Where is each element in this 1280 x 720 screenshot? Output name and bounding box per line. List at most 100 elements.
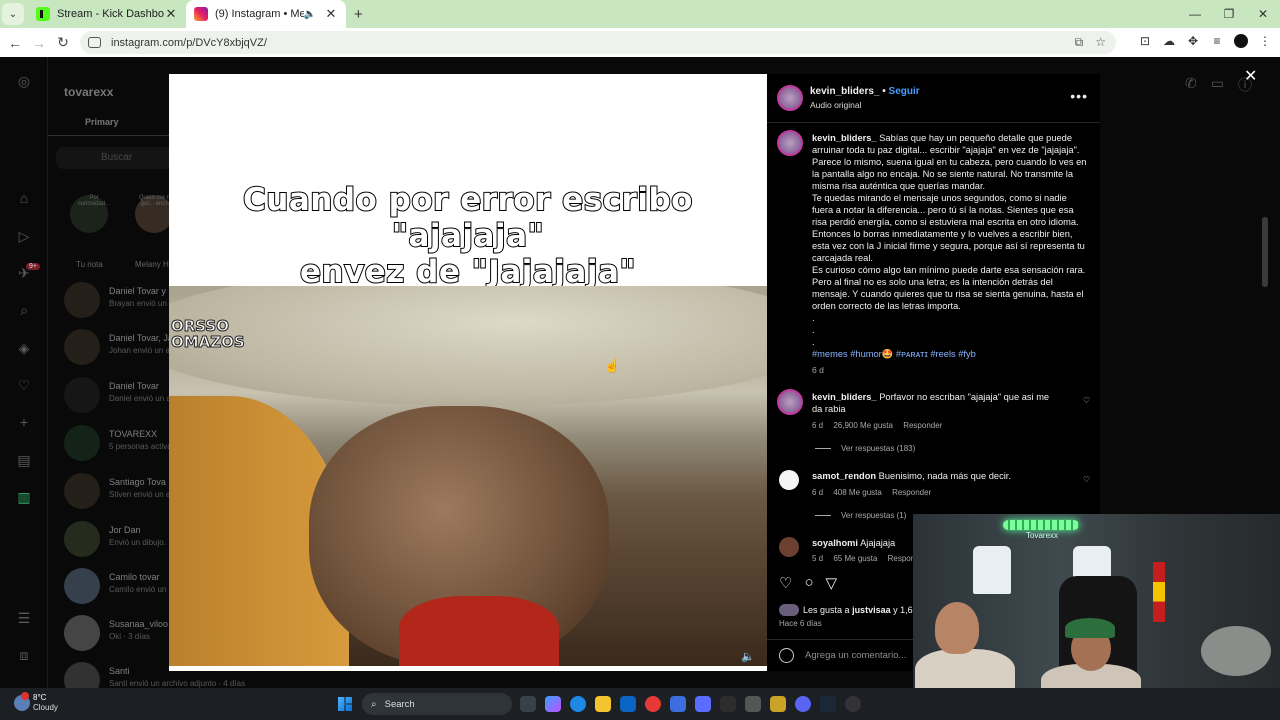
file-explorer-icon[interactable]: [595, 696, 611, 712]
share-icon[interactable]: ▽: [826, 574, 838, 592]
taskbar-search[interactable]: ⌕ Search: [362, 693, 512, 715]
emoji-icon[interactable]: [779, 648, 794, 663]
windows-start-icon[interactable]: [338, 697, 352, 711]
threads-icon[interactable]: ⧈: [16, 647, 32, 663]
comment-like-icon[interactable]: ♡: [1083, 475, 1090, 484]
copilot-icon[interactable]: [545, 696, 561, 712]
dm-search-input[interactable]: Buscar: [56, 147, 176, 169]
instagram-logo-icon[interactable]: ◎: [16, 73, 32, 89]
view-replies-button[interactable]: Ver respuestas (1): [815, 511, 906, 520]
url-text: instagram.com/p/DVcY8xbjqVZ/: [111, 36, 267, 49]
comment-avatar[interactable]: [777, 389, 803, 415]
home-icon[interactable]: ⌂: [16, 190, 32, 206]
extension-cloud-icon[interactable]: ☁: [1162, 34, 1176, 48]
forward-icon[interactable]: →: [27, 35, 51, 51]
liked-by-user[interactable]: justvisaa: [852, 605, 891, 615]
edge-icon[interactable]: [570, 696, 586, 712]
address-bar[interactable]: instagram.com/p/DVcY8xbjqVZ/ ⧉ ☆: [80, 31, 1116, 54]
chrome-icon[interactable]: [645, 696, 661, 712]
notifications-heart-icon[interactable]: ♡: [16, 377, 32, 393]
comment-likes[interactable]: 65 Me gusta: [833, 554, 877, 563]
create-icon[interactable]: +: [16, 414, 32, 430]
extensions-puzzle-icon[interactable]: ✥: [1186, 34, 1200, 48]
vpn-icon[interactable]: [695, 696, 711, 712]
comment-username[interactable]: kevin_bliders_: [812, 392, 877, 402]
notes-icon[interactable]: [770, 696, 786, 712]
caption-avatar[interactable]: [777, 130, 803, 156]
bookmark-star-icon[interactable]: ☆: [1095, 35, 1106, 50]
weather-widget[interactable]: 8°C Cloudy: [14, 692, 58, 713]
comment-likes[interactable]: 26,900 Me gusta: [833, 421, 893, 430]
video-progress[interactable]: [169, 666, 767, 671]
window-controls: — ❐ ✕: [1178, 0, 1280, 28]
profile-icon[interactable]: ▥: [16, 489, 32, 505]
author-avatar[interactable]: [777, 85, 803, 111]
store-icon[interactable]: [670, 696, 686, 712]
comment-avatar[interactable]: [779, 470, 799, 490]
reply-button[interactable]: Respon: [888, 554, 916, 563]
reels-icon[interactable]: ▷: [16, 228, 32, 244]
tab-search-button[interactable]: ⌄: [2, 3, 24, 25]
like-heart-icon[interactable]: ♡: [779, 574, 792, 592]
dashboard-icon[interactable]: ▤: [16, 452, 32, 468]
search-icon[interactable]: ⌕: [16, 302, 32, 318]
audio-toggle-icon[interactable]: 🔈: [741, 650, 755, 663]
app-icon[interactable]: [845, 696, 861, 712]
site-info-icon[interactable]: [88, 37, 101, 48]
tools-icon[interactable]: [745, 696, 761, 712]
app-grid-icon[interactable]: [720, 696, 736, 712]
comment-avatar[interactable]: [779, 537, 799, 557]
avatar: [64, 662, 100, 688]
caption-hashtags[interactable]: #memes #humor🤩 #ᴘᴀʀᴀᴛɪ #reels #fyb: [812, 348, 1087, 360]
more-options-icon[interactable]: •••: [1070, 88, 1088, 104]
new-tab-button[interactable]: +: [354, 6, 363, 23]
tab-kick-dashboard[interactable]: Stream - Kick Dashboard ✕: [28, 0, 186, 28]
conversation-name: Camilo tovar: [109, 572, 160, 582]
comment-time: 6 d: [812, 421, 824, 430]
menu-kebab-icon[interactable]: ⋮: [1258, 34, 1272, 48]
page-scrollbar[interactable]: [1262, 217, 1268, 287]
tab-instagram[interactable]: (9) Instagram • Mensajes 🔈 ✕: [186, 0, 346, 28]
minimize-icon[interactable]: —: [1178, 7, 1212, 21]
avatar: [64, 473, 100, 509]
media-control-icon[interactable]: ≡: [1210, 34, 1224, 48]
tab-primary[interactable]: Primary: [85, 117, 119, 127]
comment-username[interactable]: soyalhomi: [812, 538, 858, 548]
follow-button[interactable]: Seguir: [889, 86, 920, 97]
comment-likes[interactable]: 408 Me gusta: [833, 488, 881, 497]
close-window-icon[interactable]: ✕: [1246, 7, 1280, 21]
caption-username[interactable]: kevin_bliders_: [812, 133, 877, 143]
back-icon[interactable]: ←: [3, 35, 27, 51]
task-view-icon[interactable]: [520, 696, 536, 712]
reply-button[interactable]: Responder: [892, 488, 931, 497]
profile-avatar[interactable]: [1234, 34, 1248, 48]
video-call-icon[interactable]: ▭: [1211, 75, 1224, 95]
comment-bubble-icon[interactable]: ○: [804, 574, 813, 592]
explore-icon[interactable]: ◈: [16, 340, 32, 356]
view-replies-button[interactable]: Ver respuestas (183): [815, 444, 915, 453]
install-app-icon[interactable]: ⧉: [1075, 35, 1084, 50]
reel-video[interactable]: Cuando por error escribo "ajajaja" envez…: [169, 74, 767, 671]
restore-icon[interactable]: ❐: [1212, 7, 1246, 21]
speaker-icon[interactable]: 🔈: [304, 9, 316, 20]
streamer-body: [915, 649, 1015, 689]
more-menu-icon[interactable]: ☰: [16, 610, 32, 626]
close-modal-icon[interactable]: ✕: [1244, 66, 1257, 86]
close-tab-icon[interactable]: ✕: [164, 6, 178, 22]
liked-by[interactable]: Les gusta a justvisaa y 1,6: [779, 604, 913, 616]
reply-button[interactable]: Responder: [903, 421, 942, 430]
audio-label[interactable]: Audio original: [810, 100, 862, 110]
author-username[interactable]: kevin_bliders_: [810, 86, 879, 97]
streamer-head: [935, 602, 979, 654]
close-tab-icon[interactable]: ✕: [324, 6, 338, 22]
dm-username[interactable]: tovarexx: [64, 85, 113, 99]
phone-icon[interactable]: ✆: [1185, 75, 1197, 95]
extension-icon[interactable]: ⊡: [1138, 34, 1152, 48]
reload-icon[interactable]: ↻: [51, 34, 75, 51]
steam-icon[interactable]: [820, 696, 836, 712]
outlook-icon[interactable]: [620, 696, 636, 712]
comment-like-icon[interactable]: ♡: [1083, 396, 1090, 405]
comment-username[interactable]: samot_rendon: [812, 471, 876, 481]
watermark-line: OMAZOS: [171, 333, 246, 351]
discord-icon[interactable]: [795, 696, 811, 712]
